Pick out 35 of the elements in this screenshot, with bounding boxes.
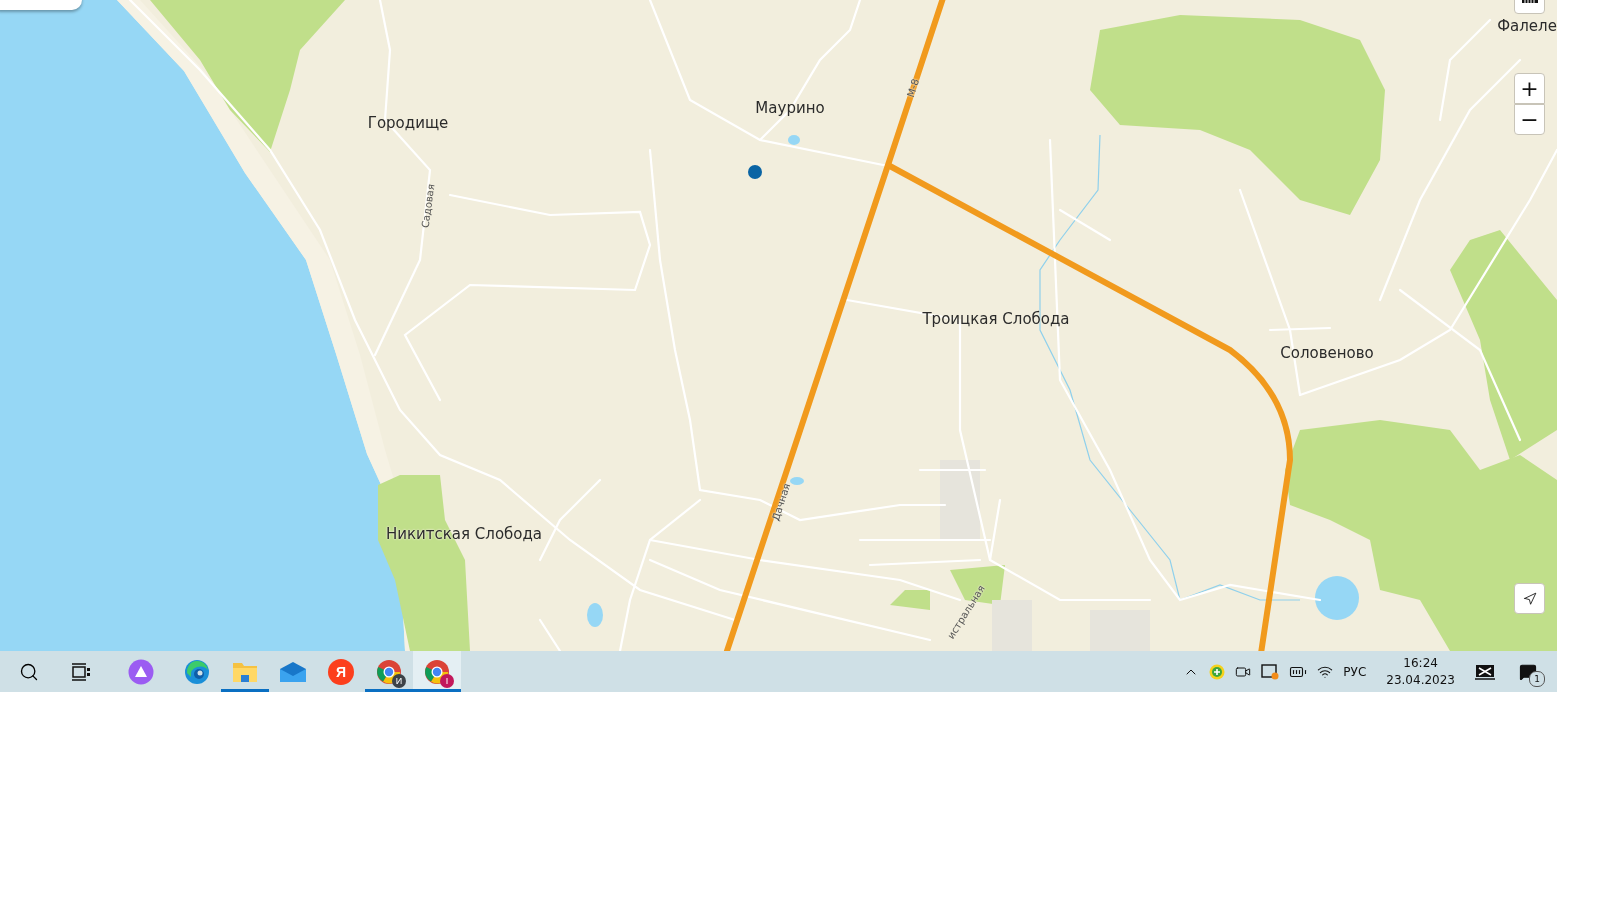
navigation-arrow-icon: [1522, 591, 1537, 606]
pond: [1315, 576, 1359, 620]
voice-assistant-icon: [128, 658, 154, 685]
industrial-area: [1090, 610, 1150, 651]
street-label: Садовая: [419, 183, 437, 229]
place-label: Городище: [367, 114, 449, 132]
place-label: Маурино: [755, 99, 825, 117]
monitor-icon[interactable]: [1261, 663, 1280, 680]
clock[interactable]: 16:24 23.04.2023: [1386, 654, 1455, 689]
clock-time: 16:24: [1403, 654, 1438, 672]
place-label: Соловеново: [1280, 344, 1374, 362]
taskbar-app-button[interactable]: I: [413, 651, 461, 692]
notification-count: 1: [1529, 670, 1545, 687]
pond: [788, 135, 800, 145]
clock-date: 23.04.2023: [1386, 671, 1455, 689]
plus-circle-icon[interactable]: [1209, 663, 1226, 680]
zoom-in-button[interactable]: +: [1514, 73, 1545, 104]
chrome-icon: [376, 658, 402, 685]
zoom-out-button[interactable]: −: [1514, 104, 1545, 135]
pond: [790, 477, 804, 485]
task-view-icon: [71, 662, 91, 681]
street-label: М-8: [904, 77, 922, 99]
place-label: Троицкая Слобода: [922, 310, 1070, 328]
industrial-area: [992, 600, 1032, 651]
location-dot: [748, 165, 762, 179]
envelope-icon: [279, 660, 307, 683]
pond: [587, 603, 603, 627]
search-icon: [19, 661, 39, 682]
place-label: Никитская Слобода: [385, 525, 543, 543]
taskbar-app-button[interactable]: Я: [317, 651, 365, 692]
locate-button[interactable]: [1514, 583, 1545, 614]
language-indicator[interactable]: РУС: [1343, 664, 1367, 679]
yandex-logo: Я: [328, 658, 354, 685]
place-label: Фалеле: [1497, 17, 1557, 35]
browser-icon: [184, 658, 210, 685]
